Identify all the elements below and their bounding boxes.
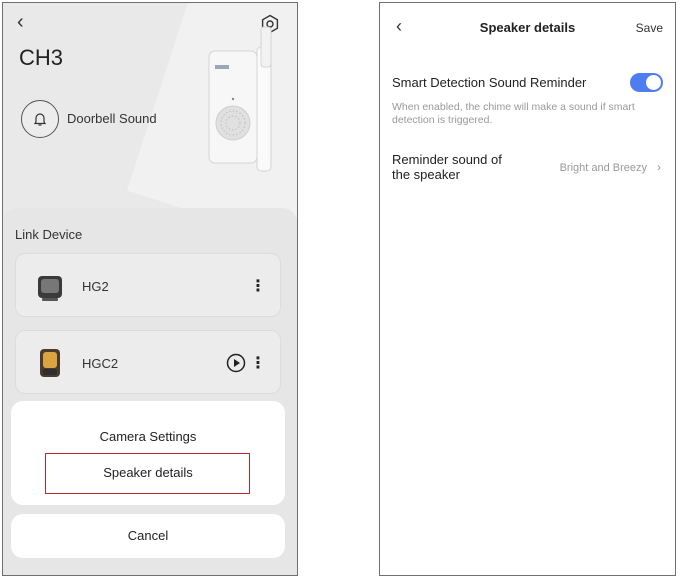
smart-detection-label: Smart Detection Sound Reminder bbox=[392, 75, 587, 90]
device-title: CH3 bbox=[19, 45, 64, 70]
cancel-button[interactable]: Cancel bbox=[11, 514, 285, 558]
device-card-hg2[interactable]: HG2 ⋮ bbox=[15, 253, 281, 317]
page-title: Speaker details bbox=[479, 20, 576, 35]
save-button[interactable]: Save bbox=[636, 21, 663, 35]
toggle-knob bbox=[646, 75, 661, 90]
chevron-right-icon[interactable]: › bbox=[657, 160, 661, 174]
more-options-icon[interactable]: ⋮ bbox=[250, 276, 266, 296]
chime-device-image bbox=[208, 26, 272, 172]
back-chevron-icon[interactable]: ‹ bbox=[17, 12, 24, 32]
doorbell-sound-button[interactable] bbox=[21, 100, 59, 138]
more-options-icon[interactable]: ⋮ bbox=[250, 353, 266, 373]
hgc2-camera-thumbnail bbox=[40, 349, 60, 377]
speaker-details-screen: ‹ Speaker details Save Smart Detection S… bbox=[379, 2, 676, 576]
hg2-camera-thumbnail bbox=[38, 276, 62, 301]
device-name: HGC2 bbox=[82, 356, 119, 371]
link-device-title: Link Device bbox=[15, 227, 83, 242]
highlight-box bbox=[45, 453, 250, 494]
camera-settings-option[interactable]: Camera Settings bbox=[11, 429, 285, 444]
device-screen: ‹ CH3 Doorbell Sound Link Device HG2 ⋮ H… bbox=[2, 2, 298, 576]
bell-icon bbox=[33, 113, 47, 126]
doorbell-sound-label[interactable]: Doorbell Sound bbox=[67, 111, 157, 126]
smart-detection-description: When enabled, the chime will make a soun… bbox=[392, 101, 635, 126]
reminder-sound-value[interactable]: Bright and Breezy bbox=[560, 162, 647, 174]
device-card-hgc2[interactable]: HGC2 ⋮ bbox=[15, 330, 281, 394]
smart-detection-toggle[interactable] bbox=[630, 73, 663, 92]
reminder-sound-label[interactable]: Reminder sound of the speaker bbox=[392, 152, 522, 182]
play-icon[interactable] bbox=[226, 353, 246, 373]
device-name: HG2 bbox=[82, 279, 109, 294]
